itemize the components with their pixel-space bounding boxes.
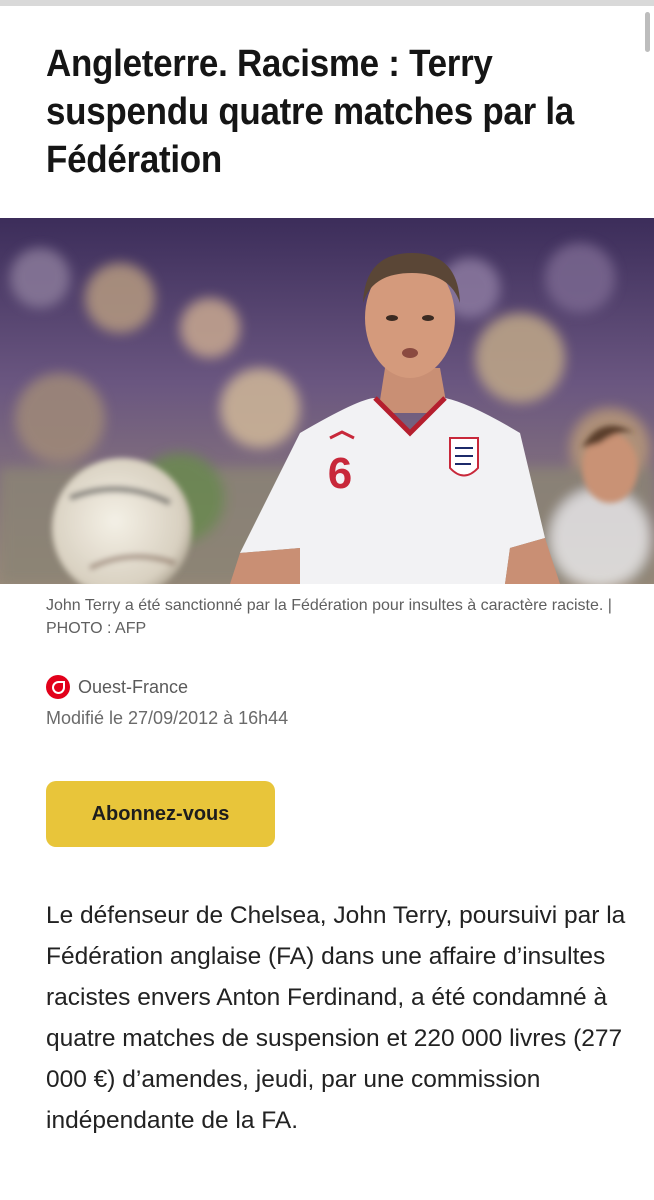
article-headline: Angleterre. Racisme : Terry suspendu qua… [46,43,574,181]
article-body: Le défenseur de Chelsea, John Terry, pou… [46,902,626,1134]
article-source[interactable]: Ouest-France [46,674,188,700]
browser-top-bar [0,0,654,6]
scrollbar[interactable] [645,12,650,52]
ouest-france-logo-icon [46,675,70,699]
article-photo: 6 [0,218,654,584]
subscribe-button[interactable]: Abonnez-vous [46,781,275,847]
image-caption: John Terry a été sanctionné par la Fédér… [46,597,612,637]
jersey-number: 6 [328,449,352,498]
source-name: Ouest-France [78,676,189,697]
modified-date: Modifié le 27/09/2012 à 16h44 [46,708,289,728]
